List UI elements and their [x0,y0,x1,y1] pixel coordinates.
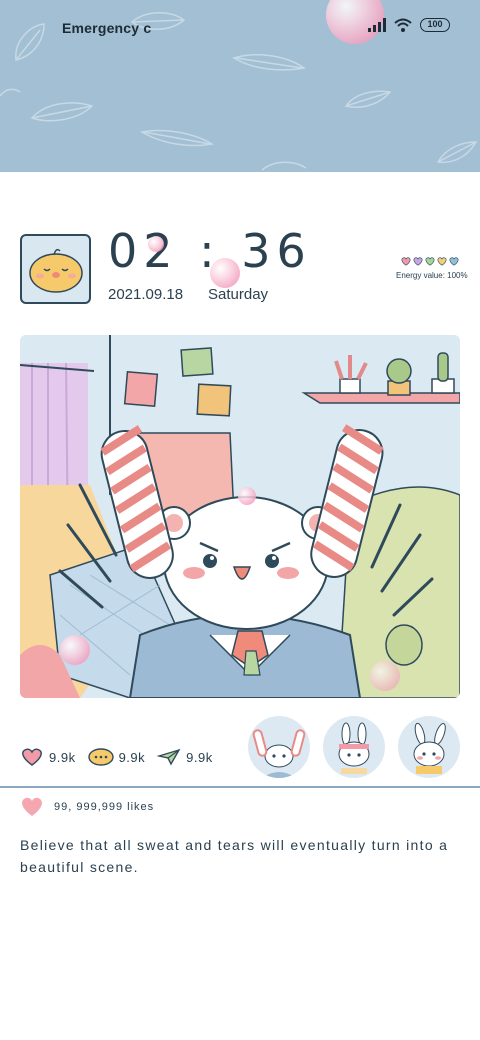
energy-label: Energy value: 100% [396,271,468,280]
bear-cheer-sticker-icon [252,729,306,778]
wifi-icon [394,18,412,32]
stat-shares[interactable]: 9.9k [157,748,213,766]
energy-heart-icon [449,257,459,266]
leaf-decoration [232,54,306,71]
comment-bubble-icon [87,748,114,766]
leaf-decoration [0,88,21,97]
pink-bubble [148,236,164,252]
divider [0,786,480,788]
sticker-bunny-headband[interactable] [323,716,385,778]
leaf-decoration [261,161,307,171]
sticker-bunny-scarf[interactable] [398,716,460,778]
energy-heart-icon [413,257,423,266]
status-icons: 100 [368,18,450,32]
main-illustration[interactable] [20,335,460,698]
carrier-label: Emergency c [62,20,152,36]
energy-heart-icon [425,257,435,266]
signal-icon [368,18,386,32]
bunny-scarf-sticker-icon [413,722,446,774]
chick-avatar[interactable] [20,234,91,304]
stat-comments[interactable]: 9.9k [87,748,146,766]
leaf-decoration [30,102,94,122]
paper-plane-icon [157,748,181,766]
pink-bubble [370,661,400,691]
energy-heart-icon [437,257,447,266]
sticker-list [248,716,460,778]
stat-shares-value: 9.9k [186,749,213,765]
stat-likes[interactable]: 9.9k [20,748,76,766]
heart-icon [22,748,42,766]
sticker-bear-cheer[interactable] [248,716,310,778]
battery-icon: 100 [420,18,450,32]
quote-text: Believe that all sweat and tears will ev… [20,837,449,875]
stat-likes-value: 9.9k [49,749,76,765]
status-bar: Emergency c 100 [0,14,480,42]
likes-row: 99, 999,999 likes [20,797,154,817]
pink-bubble [238,487,256,505]
energy-hearts [401,257,459,266]
bunny-headband-sticker-icon [338,722,370,774]
clock-date: 2021.09.18 [108,286,184,303]
leaf-decoration [436,141,478,164]
leaf-decoration [140,129,214,147]
leaf-decoration [344,90,392,108]
pink-bubble [60,635,90,665]
stat-comments-value: 9.9k [118,749,146,765]
chick-icon [28,248,83,293]
energy-heart-icon [401,257,411,266]
clock-weekday: Saturday [208,286,269,303]
likes-count: 99, 999,999 likes [54,801,155,813]
pink-bubble [210,258,240,288]
heart-icon[interactable] [20,797,44,817]
stats-row: 9.9k 9.9k 9.9k [20,748,213,766]
